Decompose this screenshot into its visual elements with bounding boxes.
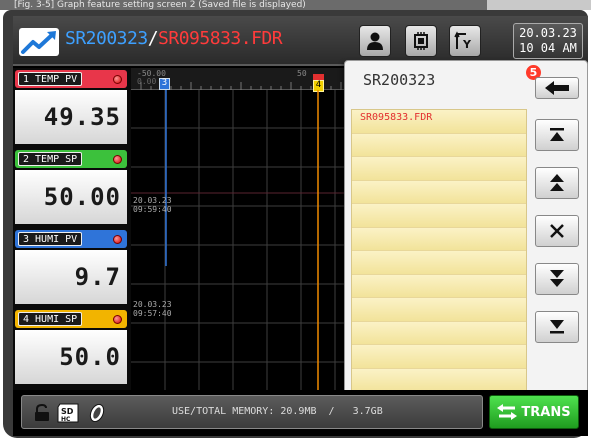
file-row-4[interactable] [352, 180, 526, 204]
user-icon [367, 32, 383, 50]
channel-1-value: 49.35 [15, 90, 127, 144]
channel-3[interactable]: 3 HUMI PV 9.7 [13, 228, 131, 308]
usb-icon[interactable] [86, 404, 108, 422]
page-up-icon [550, 174, 564, 191]
svg-text:HC: HC [61, 416, 71, 423]
trans-button[interactable]: TRANS [489, 395, 579, 429]
channel-3-tag: 3 HUMI PV [15, 230, 127, 248]
channel-4-tag: 4 HUMI SP [15, 310, 127, 328]
status-panel: SD HC USE/TOTAL MEMORY: 20.9MB / 3.7GB [21, 395, 483, 429]
jump-bottom-button[interactable] [535, 311, 579, 343]
file-row-2[interactable] [352, 133, 526, 157]
file-row-5[interactable] [352, 204, 526, 228]
file-row-11[interactable] [352, 345, 526, 369]
arrow-left-icon [545, 81, 569, 95]
lock-icon[interactable] [34, 404, 50, 422]
figure-caption: [Fig. 3-5] Graph feature setting screen … [0, 0, 591, 10]
chip-icon [414, 32, 428, 50]
file-list-folder-title: SR200323 [363, 71, 436, 89]
timestamp-1: 20.03.23 09:59:40 [133, 196, 172, 214]
timestamp-1-date: 20.03.23 [133, 196, 172, 205]
channel-1-tag: 1 TEMP PV [15, 70, 127, 88]
title-separator: / [147, 28, 159, 49]
title-folder: SR200323 [65, 28, 148, 49]
transfer-arrows-icon [497, 404, 518, 420]
channel-1-indicator-icon [113, 75, 122, 84]
title-file: SR095833.FDR [158, 28, 283, 49]
page-up-button[interactable] [535, 167, 579, 199]
channel-2-indicator-icon [113, 155, 122, 164]
file-row-9[interactable] [352, 298, 526, 322]
timestamp-2-date: 20.03.23 [133, 300, 172, 309]
jump-bottom-icon [550, 320, 564, 334]
cursor-4-label: 4 [315, 80, 322, 90]
jump-top-icon [550, 128, 564, 141]
channel-4-indicator-icon [113, 315, 122, 324]
file-row-8[interactable] [352, 274, 526, 298]
channel-1[interactable]: 1 TEMP PV 49.35 [13, 68, 131, 148]
channel-3-label: 3 HUMI PV [18, 232, 83, 246]
svg-text:Y: Y [462, 38, 472, 51]
y-scale-button[interactable]: Y [449, 25, 481, 57]
header-bar: SR200323/SR095833.FDR Y 20.03.23 10 04 A… [13, 16, 588, 66]
chip-button[interactable] [405, 25, 437, 57]
channel-panel: 1 TEMP PV 49.35 2 TEMP SP 50.00 3 HUMI P… [13, 68, 131, 390]
channel-2-value: 50.00 [15, 170, 127, 224]
file-row-3[interactable] [352, 157, 526, 181]
clock-display: 20.03.23 10 04 AM [513, 23, 583, 59]
channel-2[interactable]: 2 TEMP SP 50.00 [13, 148, 131, 228]
jump-top-button[interactable] [535, 119, 579, 151]
status-bar: SD HC USE/TOTAL MEMORY: 20.9MB / 3.7GB T… [13, 390, 588, 436]
clock-date: 20.03.23 [519, 26, 577, 40]
timestamp-2-time: 09:57:40 [133, 309, 172, 318]
back-button[interactable] [535, 77, 579, 99]
device-screen: SR200323/SR095833.FDR Y 20.03.23 10 04 A… [13, 16, 588, 436]
file-row-6[interactable] [352, 227, 526, 251]
channel-3-indicator-icon [113, 235, 122, 244]
trans-button-label: TRANS [521, 404, 571, 420]
channel-4-label: 4 HUMI SP [18, 312, 83, 326]
svg-text:SD: SD [61, 407, 74, 416]
close-button[interactable] [535, 215, 579, 247]
page-down-button[interactable] [535, 263, 579, 295]
channel-2-label: 2 TEMP SP [18, 152, 83, 166]
file-row-12[interactable] [352, 368, 526, 392]
file-row-10[interactable] [352, 321, 526, 345]
channel-1-label: 1 TEMP PV [18, 72, 83, 86]
page-down-icon [550, 270, 564, 287]
channel-2-tag: 2 TEMP SP [15, 150, 127, 168]
screen-title: SR200323/SR095833.FDR [65, 28, 283, 49]
file-list-popup: SR200323 5 SR095833.FDR [344, 60, 588, 395]
cursor-3-marker[interactable]: 3 [159, 78, 170, 90]
user-button[interactable] [359, 25, 391, 57]
cursor-3-label: 3 [161, 78, 168, 88]
timestamp-1-time: 09:59:40 [133, 205, 172, 214]
y-scale-icon: Y [454, 31, 472, 51]
trend-logo-icon [19, 28, 59, 56]
file-row-7[interactable] [352, 251, 526, 275]
close-icon [550, 224, 564, 238]
figure-caption-text: [Fig. 3-5] Graph feature setting screen … [14, 0, 306, 10]
memory-status-text: USE/TOTAL MEMORY: 20.9MB / 3.7GB [172, 406, 383, 417]
device-frame: SR200323/SR095833.FDR Y 20.03.23 10 04 A… [3, 10, 588, 438]
caption-tab [487, 0, 591, 10]
channel-4-value: 50.0 [15, 330, 127, 384]
file-list: SR095833.FDR [351, 109, 527, 392]
scale-mid-label: 50 [297, 69, 307, 78]
file-row-1[interactable]: SR095833.FDR [352, 110, 526, 134]
timestamp-2: 20.03.23 09:57:40 [133, 300, 172, 318]
channel-3-value: 9.7 [15, 250, 127, 304]
clock-time: 10 04 AM [519, 41, 577, 55]
channel-4[interactable]: 4 HUMI SP 50.0 [13, 308, 131, 388]
sd-card-icon[interactable]: SD HC [56, 403, 80, 423]
